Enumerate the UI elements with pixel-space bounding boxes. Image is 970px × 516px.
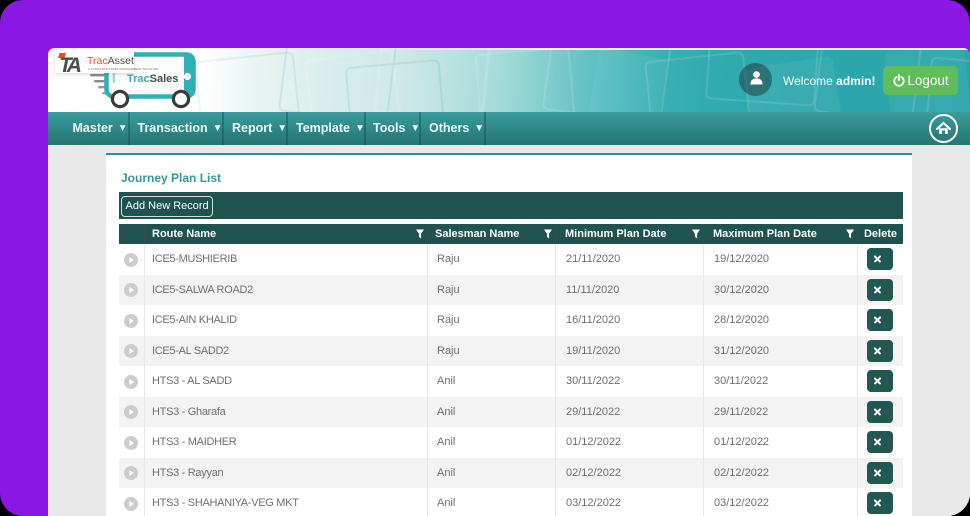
svg-text:TracSales: TracSales [127, 73, 178, 85]
svg-text:TA: TA [59, 54, 81, 77]
